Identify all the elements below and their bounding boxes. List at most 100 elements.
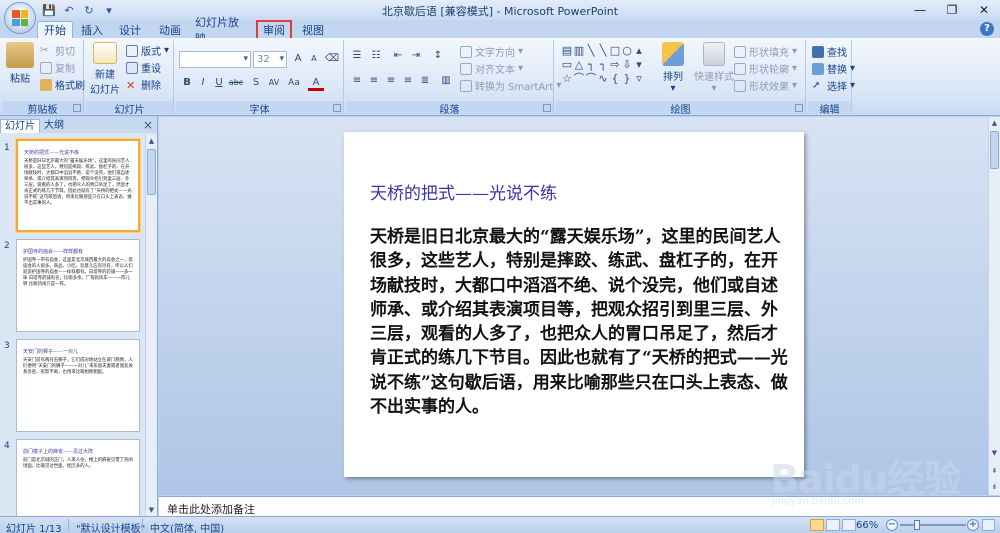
font-color-button[interactable]: A xyxy=(308,75,324,91)
cut-button[interactable]: ✂ 剪切 xyxy=(40,43,75,59)
scroll-up-icon[interactable]: ▲ xyxy=(146,135,157,147)
shape-triangle-icon[interactable]: △ xyxy=(573,58,585,72)
normal-view-icon[interactable] xyxy=(810,519,824,531)
panel-scrollbar[interactable]: ▲ ▼ xyxy=(145,135,157,516)
tab-animations[interactable]: 动画 xyxy=(154,21,186,38)
minimize-button[interactable]: — xyxy=(904,0,936,20)
paragraph-launcher-icon[interactable] xyxy=(543,104,551,112)
numbering-icon[interactable]: ☷ xyxy=(368,48,384,64)
align-center-icon[interactable]: ≡ xyxy=(366,73,382,89)
shape-round-rect-icon[interactable]: ▭ xyxy=(561,58,573,72)
scroll-thumb[interactable] xyxy=(990,131,999,169)
tab-outline-panel[interactable]: 大纲 xyxy=(40,119,68,133)
slide-thumbnail[interactable]: 护国寺的庙会——样样都有 护国寺一带有庙会，这里是北京城西最大的庙会之一，逛庙会… xyxy=(16,239,140,332)
font-name-combo[interactable] xyxy=(179,51,251,68)
shape-line2-icon[interactable]: ╲ xyxy=(597,44,609,58)
tab-design[interactable]: 设计 xyxy=(115,21,145,38)
scroll-thumb[interactable] xyxy=(147,149,156,195)
text-direction-button[interactable]: 文字方向 ▾ xyxy=(460,44,523,59)
clear-format-icon[interactable]: ⌫ xyxy=(324,51,340,67)
line-spacing-icon[interactable]: ↕ xyxy=(430,48,446,64)
scroll-down-icon[interactable]: ▼ xyxy=(989,447,1000,459)
office-button[interactable] xyxy=(4,2,36,34)
justify-icon[interactable]: ≡ xyxy=(400,73,416,89)
restore-button[interactable]: ❐ xyxy=(936,0,968,20)
prev-slide-icon[interactable]: ⇞ xyxy=(989,465,1000,477)
char-spacing-button[interactable]: AV xyxy=(266,75,282,91)
font-launcher-icon[interactable] xyxy=(333,104,341,112)
arrange-button[interactable]: 排列 ▾ xyxy=(662,42,684,94)
bold-button[interactable]: B xyxy=(179,75,195,91)
font-size-combo[interactable]: 32 xyxy=(253,51,287,68)
strikethrough-button[interactable]: abc xyxy=(228,75,244,91)
shape-arrow-down-icon[interactable]: ⇩ xyxy=(621,58,633,72)
shape-elbow-icon[interactable]: ┐ xyxy=(585,58,597,72)
tab-view[interactable]: 视图 xyxy=(298,21,328,38)
shape-arc-icon[interactable]: ⌒ xyxy=(585,72,597,86)
panel-close-icon[interactable]: × xyxy=(143,118,153,132)
shape-gallery-more-icon[interactable]: ▿ xyxy=(633,72,645,86)
tab-slides-panel[interactable]: 幻灯片 xyxy=(0,119,40,133)
align-right-icon[interactable]: ≡ xyxy=(383,73,399,89)
zoom-in-icon[interactable]: + xyxy=(967,519,979,531)
decrease-indent-icon[interactable]: ⇤ xyxy=(390,48,406,64)
change-case-button[interactable]: Aa xyxy=(286,75,302,91)
align-text-button[interactable]: 对齐文本 ▾ xyxy=(460,61,523,76)
zoom-slider-knob[interactable] xyxy=(914,520,920,530)
slide-thumbnail[interactable]: 前门楼子上的麻雀——见过大阵 前门是北京城的正门，人来人往，楼上的麻雀见惯了热闹… xyxy=(16,439,140,516)
slide-thumbnail[interactable]: 天桥的把式——光说不练 天桥是旧日北京最大的“露天娱乐场”，这里的民间艺人很多，… xyxy=(16,139,140,232)
smartart-button[interactable]: 转换为 SmartArt ▾ xyxy=(460,78,561,93)
shapes-gallery[interactable]: ▤ ▥ ╲ ╲ □ ○ ▴ ▭ △ ┐ ┐ ⇨ ⇩ ▾ ☆ ⌒ ⌒ ∿ { } … xyxy=(561,44,657,86)
underline-button[interactable]: U xyxy=(211,75,227,91)
shape-arrow-right-icon[interactable]: ⇨ xyxy=(609,58,621,72)
slide-title[interactable]: 天桥的把式——光说不练 xyxy=(370,179,557,204)
grow-font-button[interactable]: A xyxy=(290,51,306,67)
shape-brace-left-icon[interactable]: { xyxy=(609,72,621,86)
shape-fill-button[interactable]: 形状填充 ▾ xyxy=(734,44,797,59)
shape-elbow2-icon[interactable]: ┐ xyxy=(597,58,609,72)
next-slide-icon[interactable]: ⇟ xyxy=(989,481,1000,493)
current-slide[interactable]: 天桥的把式——光说不练 天桥是旧日北京最大的“露天娱乐场”，这里的民间艺人很多，… xyxy=(344,132,804,477)
shape-more-icon[interactable]: ▴ xyxy=(633,44,645,58)
paste-button[interactable]: 粘贴 xyxy=(6,42,34,85)
columns-icon[interactable]: ▥ xyxy=(438,73,454,89)
shrink-font-button[interactable]: A xyxy=(306,51,322,67)
delete-slide-button[interactable]: ✕ 删除 xyxy=(126,77,161,93)
shape-brace-right-icon[interactable]: } xyxy=(621,72,633,86)
zoom-out-icon[interactable]: − xyxy=(886,519,898,531)
shape-scroll-icon[interactable]: ▾ xyxy=(633,58,645,72)
distribute-icon[interactable]: ≣ xyxy=(417,73,433,89)
format-painter-button[interactable]: 格式刷 xyxy=(40,77,85,92)
tab-review[interactable]: 审阅 xyxy=(256,20,292,40)
increase-indent-icon[interactable]: ⇥ xyxy=(408,48,424,64)
shape-curve-icon[interactable]: ⌒ xyxy=(573,72,585,86)
tab-home[interactable]: 开始 xyxy=(37,21,73,38)
reset-button[interactable]: 重设 xyxy=(126,60,161,75)
scroll-down-icon[interactable]: ▼ xyxy=(146,504,157,516)
shadow-button[interactable]: S xyxy=(248,75,264,91)
select-button[interactable]: ➚ 选择 ▾ xyxy=(812,78,855,94)
tab-slideshow[interactable]: 幻灯片放映 xyxy=(195,16,249,45)
bullets-icon[interactable]: ☰ xyxy=(349,48,365,64)
new-slide-button[interactable]: 新建 幻灯片 xyxy=(90,42,120,96)
clipboard-launcher-icon[interactable] xyxy=(73,104,81,112)
slideshow-view-icon[interactable] xyxy=(842,519,856,531)
drawing-launcher-icon[interactable] xyxy=(795,104,803,112)
tab-insert[interactable]: 插入 xyxy=(78,21,106,38)
slide-thumbnail[interactable]: 天安门的狮子——一对儿 天安门前有两对石狮子，它们成对地站立在城门两侧，人们便用… xyxy=(16,339,140,432)
shape-effects-button[interactable]: 形状效果 ▾ xyxy=(734,78,797,93)
replace-button[interactable]: 替换 ▾ xyxy=(812,61,855,76)
close-button[interactable]: ✕ xyxy=(968,0,1000,20)
shape-vtextbox-icon[interactable]: ▥ xyxy=(573,44,585,58)
find-button[interactable]: 查找 xyxy=(812,44,847,59)
shape-textbox-icon[interactable]: ▤ xyxy=(561,44,573,58)
slide-body[interactable]: 天桥是旧日北京最大的“露天娱乐场”，这里的民间艺人很多，这些艺人，特别是摔跤、练… xyxy=(370,225,790,419)
shape-rect-icon[interactable]: □ xyxy=(609,44,621,58)
help-icon[interactable]: ? xyxy=(980,22,994,36)
shape-star-icon[interactable]: ☆ xyxy=(561,72,573,86)
align-left-icon[interactable]: ≡ xyxy=(349,73,365,89)
zoom-level[interactable]: 66% xyxy=(856,520,878,531)
layout-button[interactable]: 版式 ▾ xyxy=(126,43,169,58)
language-indicator[interactable]: 中文(简体, 中国) xyxy=(150,520,224,533)
italic-button[interactable]: I xyxy=(195,75,211,91)
